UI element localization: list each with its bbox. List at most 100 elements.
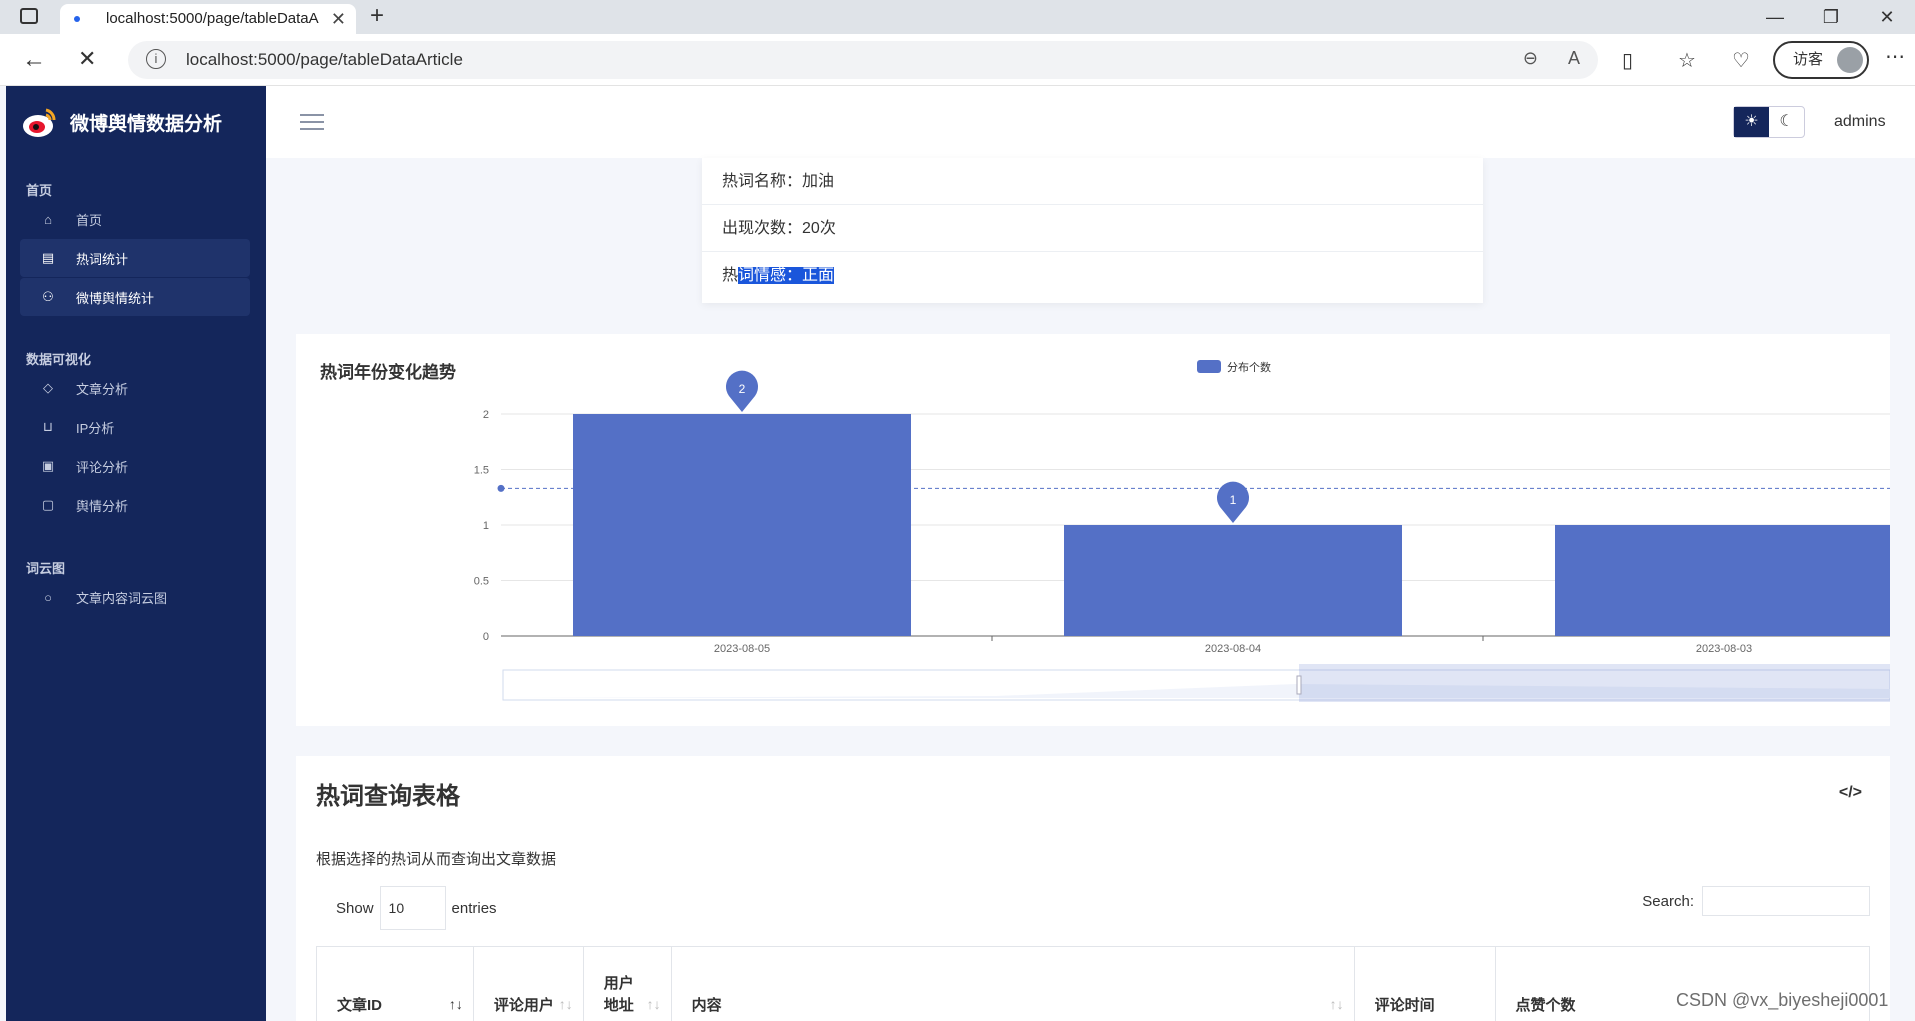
section-wordcloud: 词云图 <box>26 561 66 576</box>
browser-tab-bar: localhost:5000/page/tableDataA ✕ + — ❐ ✕ <box>0 0 1915 34</box>
site-info-icon[interactable]: i <box>146 49 166 69</box>
sidebar: 微博舆情数据分析 首页 ⌂ 首页 ▤ 热词统计 ⚇ 微博舆情统计 数据可视化 ◇… <box>6 86 266 1021</box>
sentiment-label-selected: 词情感： <box>738 267 803 284</box>
x-tick-label: 2023-08-03 <box>1696 643 1752 655</box>
split-screen-icon[interactable]: ▯ <box>1622 48 1633 73</box>
watermark: CSDN @vx_biyesheji0001 <box>1676 990 1889 1010</box>
more-icon[interactable]: ⋯ <box>1885 44 1905 69</box>
back-icon[interactable]: ← <box>22 46 46 74</box>
column-label: 评论用户 <box>493 997 554 1014</box>
bar <box>1555 525 1890 636</box>
bar <box>573 414 911 636</box>
legend-label: 分布个数 <box>1227 361 1271 374</box>
y-tick-label: 1 <box>483 520 489 532</box>
light-mode-icon[interactable]: ☀ <box>1734 107 1769 137</box>
column-user-location[interactable]: 用户地址 ↑↓ <box>584 947 672 1021</box>
table-card: 热词查询表格 </> 根据选择的热词从而查询出文章数据 Show 10 entr… <box>296 756 1890 1021</box>
column-article-id[interactable]: 文章ID ↑↓ <box>317 947 474 1021</box>
sidebar-item-label: 评论分析 <box>76 459 129 475</box>
column-label: 评论时间 <box>1374 997 1435 1014</box>
tag-icon: ◇ <box>43 380 53 395</box>
bar-chart: 分布个数 0 0.5 1 1.5 2 2023-08-05 2023-08-04 2023-08… <box>474 360 1890 702</box>
sidebar-item-comment-analysis[interactable]: ▣ 评论分析 <box>20 447 250 485</box>
restore-button[interactable]: ❐ <box>1803 0 1859 34</box>
minimize-button[interactable]: — <box>1747 0 1803 34</box>
favorites-icon[interactable]: ☆ <box>1678 48 1696 73</box>
window-controls: — ❐ ✕ <box>1747 0 1915 34</box>
hotword-name-value: 加油 <box>802 173 835 190</box>
table-header: 文章ID ↑↓ 评论用户 ↑↓ 用户地址 ↑↓ 内容 ↑↓ 评论时间 点赞个数 <box>316 946 1870 1021</box>
search-input[interactable] <box>1702 886 1870 916</box>
y-tick-label: 2 <box>483 409 489 421</box>
entries-select[interactable]: 10 <box>379 886 446 930</box>
column-content[interactable]: 内容 ↑↓ <box>672 947 1355 1021</box>
sort-icon: ↑↓ <box>558 996 573 1012</box>
hotword-sentiment-row: 热词情感：正面 <box>702 252 1483 299</box>
browser-tab[interactable]: localhost:5000/page/tableDataA ✕ <box>60 4 356 34</box>
search-label: Search: <box>1642 892 1694 910</box>
table-description: 根据选择的热词从而查询出文章数据 <box>316 851 557 868</box>
zoom-out-icon[interactable]: ⊖ <box>1523 48 1538 69</box>
sidebar-item-ip-analysis[interactable]: ⊔ IP分析 <box>20 408 250 446</box>
sidebar-item-weibo-stats[interactable]: ⚇ 微博舆情统计 <box>20 278 250 316</box>
code-icon[interactable]: </> <box>1839 784 1862 802</box>
cart-icon: ⊔ <box>42 419 54 434</box>
clipboard-icon: ▢ <box>41 497 55 512</box>
column-label: 文章ID <box>337 997 383 1014</box>
sidebar-item-wordcloud[interactable]: ○ 文章内容词云图 <box>20 578 250 616</box>
sidebar-item-home[interactable]: ⌂ 首页 <box>20 200 250 238</box>
menu-toggle-icon[interactable] <box>300 114 324 132</box>
column-comment-time[interactable]: 评论时间 <box>1355 947 1496 1021</box>
brand[interactable]: 微博舆情数据分析 <box>20 102 222 142</box>
entries-control: Show 10 entries <box>336 886 497 930</box>
datazoom-handle <box>1296 675 1302 695</box>
read-aloud-icon[interactable]: A <box>1568 48 1580 69</box>
y-tick-label: 0 <box>483 631 489 643</box>
users-icon: ⚇ <box>42 289 54 304</box>
brand-title: 微博舆情数据分析 <box>70 113 223 135</box>
stop-loading-icon[interactable]: ✕ <box>78 46 96 72</box>
hotword-count-label: 出现次数： <box>722 220 803 237</box>
close-tab-icon[interactable]: ✕ <box>331 4 346 34</box>
datazoom-window <box>1299 664 1890 702</box>
sidebar-toggle-icon[interactable] <box>20 8 38 24</box>
table-title: 热词查询表格 <box>316 783 460 810</box>
user-name[interactable]: admins <box>1834 113 1886 131</box>
hotword-info-card: 热词名称：加油 出现次数：20次 热词情感：正面 <box>702 158 1483 303</box>
section-visualization: 数据可视化 <box>26 352 92 367</box>
search-control: Search: <box>1642 886 1870 916</box>
sidebar-item-article-analysis[interactable]: ◇ 文章分析 <box>20 369 250 407</box>
profile-label: 访客 <box>1793 51 1824 68</box>
new-tab-button[interactable]: + <box>370 2 384 30</box>
bar <box>1064 525 1402 636</box>
column-comment-user[interactable]: 评论用户 ↑↓ <box>474 947 584 1021</box>
hotword-count-row: 出现次数：20次 <box>702 205 1483 252</box>
sentiment-value: 正面 <box>802 267 835 284</box>
hotword-name-row: 热词名称：加油 <box>702 158 1483 205</box>
y-tick-label: 1.5 <box>474 465 489 477</box>
entries-label: entries <box>451 899 497 917</box>
table-icon: ▤ <box>41 250 55 265</box>
browser-essentials-icon[interactable]: ♡ <box>1732 48 1750 73</box>
column-label: 内容 <box>691 997 722 1014</box>
close-window-button[interactable]: ✕ <box>1859 0 1915 34</box>
home-icon: ⌂ <box>44 211 52 227</box>
sidebar-item-label: 文章分析 <box>76 381 129 397</box>
markpoint-label: 2 <box>739 382 746 396</box>
sidebar-item-sentiment-analysis[interactable]: ▢ 舆情分析 <box>20 486 250 524</box>
sidebar-item-label: IP分析 <box>76 420 115 436</box>
sort-icon: ↑↓ <box>1329 996 1344 1012</box>
sidebar-item-label: 文章内容词云图 <box>76 590 168 606</box>
loading-dot-icon <box>74 16 80 22</box>
sidebar-item-hotword-stats[interactable]: ▤ 热词统计 <box>20 239 250 277</box>
x-tick-label: 2023-08-05 <box>714 643 770 655</box>
profile-button[interactable]: 访客 <box>1773 41 1869 79</box>
dark-mode-icon[interactable]: ☾ <box>1769 107 1804 137</box>
url-field[interactable]: i localhost:5000/page/tableDataArticle ⊖… <box>128 41 1598 79</box>
sort-icon: ↑↓ <box>448 996 463 1012</box>
url-text: localhost:5000/page/tableDataArticle <box>186 50 463 69</box>
theme-toggle: ☀ ☾ <box>1733 106 1805 138</box>
sidebar-item-label: 首页 <box>76 212 103 228</box>
sidebar-item-label: 热词统计 <box>76 251 129 267</box>
column-label: 点赞个数 <box>1515 997 1576 1014</box>
